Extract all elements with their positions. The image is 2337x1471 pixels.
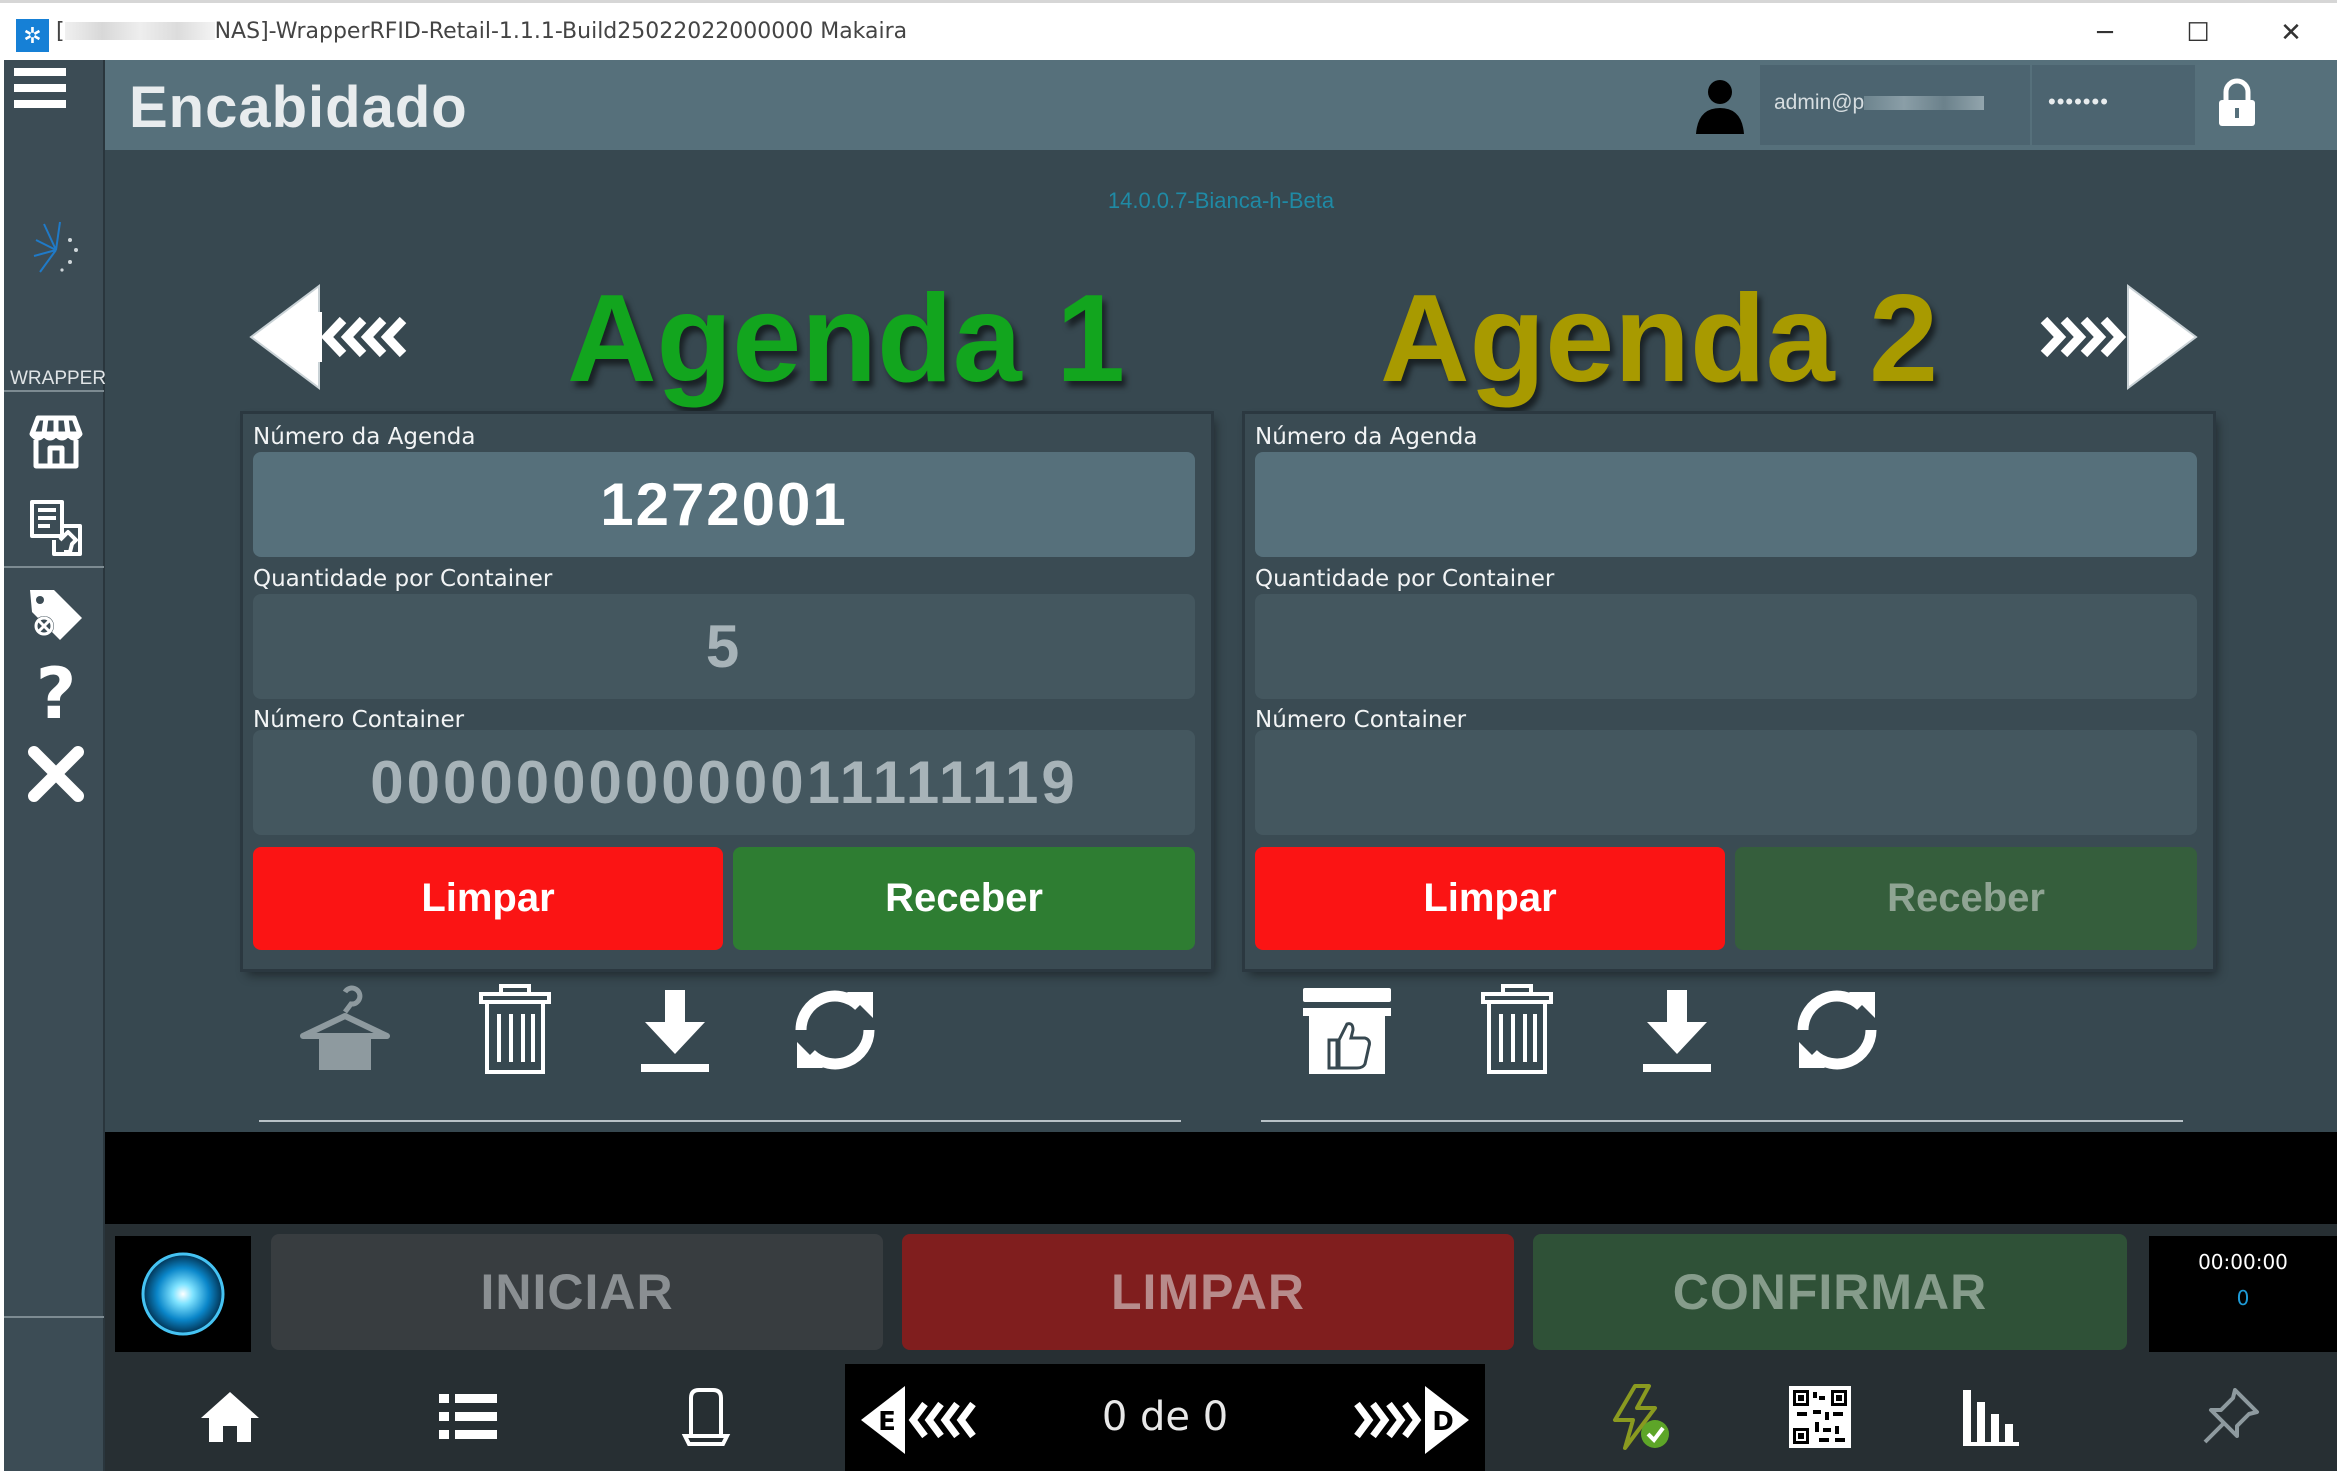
previous-agenda-arrow-icon[interactable] <box>247 282 417 392</box>
pager-next-icon[interactable]: D <box>1353 1382 1473 1458</box>
redacted-title-segment <box>64 22 215 40</box>
read-count: 0 <box>2236 1286 2250 1310</box>
agenda-1-panel: Número da Agenda 1272001 Quantidade por … <box>243 414 1211 969</box>
box-thumbs-up-icon[interactable] <box>1299 982 1395 1078</box>
trash-icon[interactable] <box>467 982 563 1078</box>
next-agenda-arrow-icon[interactable] <box>2030 282 2200 392</box>
user-field[interactable]: admin@p <box>1760 65 2030 145</box>
sidebar: WRAPPER ? <box>4 60 107 1471</box>
qr-code-icon[interactable] <box>1785 1382 1855 1452</box>
quantity-label: Quantidade por Container <box>253 566 553 592</box>
quantity-field[interactable]: 5 <box>253 594 1195 699</box>
sidebar-divider <box>4 390 104 392</box>
header-bar: Encabidado admin@p ••••••• <box>105 60 2337 150</box>
container-number-field[interactable] <box>1255 730 2197 835</box>
agenda-2-panel: Número da Agenda Quantidade por Containe… <box>1245 414 2213 969</box>
limpar-button[interactable]: Limpar <box>1255 847 1725 950</box>
minimize-button[interactable]: ─ <box>2075 9 2135 57</box>
sidebar-divider <box>4 1316 104 1318</box>
device-icon[interactable] <box>671 1382 741 1452</box>
reader-status-icon[interactable] <box>115 1236 251 1352</box>
redacted-user-segment <box>1864 96 1985 110</box>
user-icon <box>1696 80 1744 134</box>
receber-button[interactable]: Receber <box>733 847 1195 950</box>
pin-icon[interactable] <box>2195 1382 2265 1452</box>
section-label: WRAPPER <box>10 368 107 389</box>
refresh-icon[interactable] <box>1789 982 1885 1078</box>
panel-divider <box>1261 1120 2183 1122</box>
container-number-field[interactable]: 00000000000011111119 <box>253 730 1195 835</box>
bottom-toolbar: E 0 de 0 D <box>105 1364 2337 1471</box>
window-close-button[interactable]: ✕ <box>2261 9 2321 57</box>
svg-text:D: D <box>1432 1407 1454 1437</box>
main-content: 14.0.0.7-Bianca-h-Beta Agenda 1 Agenda 2… <box>105 150 2337 1132</box>
window-titlebar: ✲ [NAS]-WrapperRFID-Retail-1.1.1-Build25… <box>0 0 2337 60</box>
receber-button[interactable]: Receber <box>1735 847 2197 950</box>
confirmar-button[interactable]: CONFIRMAR <box>1533 1234 2127 1350</box>
brand-logo <box>33 221 78 273</box>
maximize-button[interactable]: ☐ <box>2168 9 2228 57</box>
version-label: 14.0.0.7-Bianca-h-Beta <box>1107 188 1335 213</box>
action-bar: INICIAR LIMPAR CONFIRMAR 00:00:00 0 <box>105 1224 2337 1364</box>
password-field[interactable]: ••••••• <box>2032 65 2195 145</box>
iniciar-button[interactable]: INICIAR <box>271 1234 883 1350</box>
receipt-icon[interactable] <box>24 496 88 560</box>
pager: E 0 de 0 D <box>845 1364 1485 1471</box>
menu-icon[interactable] <box>14 68 66 116</box>
agenda-number-field[interactable] <box>1255 452 2197 557</box>
limpar-all-button[interactable]: LIMPAR <box>902 1234 1514 1350</box>
refresh-icon[interactable] <box>787 982 883 1078</box>
panel-divider <box>259 1120 1181 1122</box>
home-icon[interactable] <box>195 1382 265 1452</box>
window-title: [NAS]-WrapperRFID-Retail-1.1.1-Build2502… <box>56 19 908 44</box>
bar-chart-icon[interactable] <box>1955 1382 2025 1452</box>
hanger-box-icon[interactable] <box>297 982 393 1078</box>
agenda-1-title: Agenda 1 <box>567 270 1126 408</box>
store-icon[interactable] <box>24 410 88 474</box>
help-icon[interactable]: ? <box>24 653 88 735</box>
list-icon[interactable] <box>433 1382 503 1452</box>
quantity-field[interactable] <box>1255 594 2197 699</box>
sidebar-divider <box>4 566 104 568</box>
timer-value: 00:00:00 <box>2198 1250 2288 1274</box>
trash-icon[interactable] <box>1469 982 1565 1078</box>
quantity-label: Quantidade por Container <box>1255 566 1555 592</box>
page-title: Encabidado <box>129 75 468 140</box>
agenda-2-title: Agenda 2 <box>1380 270 1939 408</box>
tag-remove-icon[interactable] <box>24 582 88 646</box>
download-icon[interactable] <box>1629 982 1725 1078</box>
agenda-number-label: Número da Agenda <box>1255 424 1478 450</box>
status-band <box>105 1132 2337 1224</box>
limpar-button[interactable]: Limpar <box>253 847 723 950</box>
agenda-number-field[interactable]: 1272001 <box>253 452 1195 557</box>
power-check-icon[interactable] <box>1605 1382 1675 1452</box>
svg-text:?: ? <box>36 660 77 724</box>
agenda-number-label: Número da Agenda <box>253 424 476 450</box>
lock-icon[interactable] <box>2215 78 2259 128</box>
app-icon: ✲ <box>16 19 49 52</box>
close-icon[interactable] <box>24 742 88 806</box>
timer-display: 00:00:00 0 <box>2149 1236 2337 1352</box>
download-icon[interactable] <box>627 982 723 1078</box>
